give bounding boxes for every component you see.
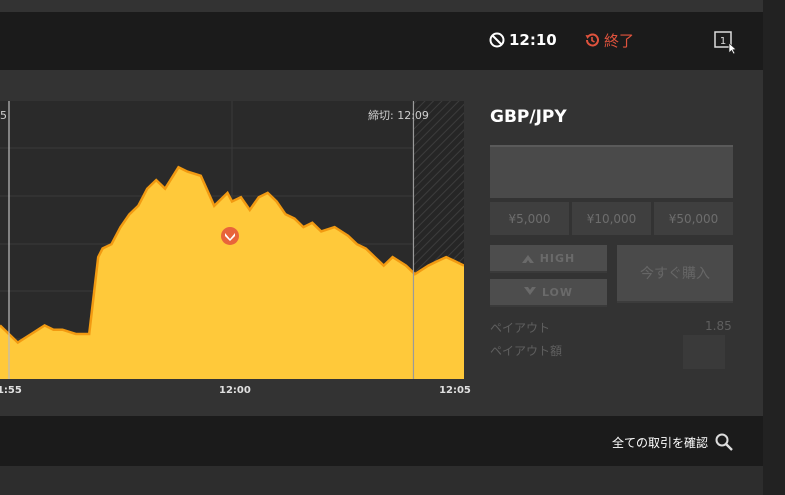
payout-amount-value [683,335,725,369]
expiry-time: 12:10 [489,30,557,50]
entry-point [221,226,239,245]
all-trades-label: 全ての取引を確認 [612,435,709,450]
x-tick-label: 11:55 [0,385,22,396]
high-arrow-icon [521,255,534,263]
window-one-icon: 1 [714,31,737,55]
expiry-time-text: 12:10 [509,31,557,49]
high-label: HIGH [539,251,576,265]
low-button[interactable]: LOW [490,279,607,307]
price-label: 5 [0,109,7,122]
all-trades-link[interactable]: 全ての取引を確認 [612,432,734,452]
trade-header [0,12,763,70]
scrollbar-track[interactable] [763,0,785,495]
svg-text:1: 1 [720,36,726,47]
payout-label: ペイアウト [490,321,551,335]
amount-5000-button[interactable]: ¥5,000 [490,202,569,235]
payout-amount-label: ペイアウト額 [490,344,563,358]
top-strip [0,0,763,12]
search-icon [715,433,733,451]
status-text: 終了 [604,31,635,50]
single-window-button[interactable]: 1 [714,30,738,55]
entry-marker [221,226,239,245]
low-label: LOW [541,285,574,299]
x-tick-label: 12:05 [439,385,471,396]
high-button[interactable]: HIGH [490,245,607,273]
payout-value: 1.85 [705,319,732,333]
amount-50000-button[interactable]: ¥50,000 [654,202,733,235]
amount-10000-button[interactable]: ¥10,000 [572,202,651,235]
price-chart: 締切: 12:09 5 [0,101,464,379]
cutoff-label: 締切: 12:09 [368,108,429,122]
currency-pair: GBP/JPY [490,107,567,127]
low-arrow-icon [523,287,536,295]
status-ended: 終了 [584,30,634,50]
x-tick-label: 12:00 [219,385,251,396]
amount-input[interactable] [490,145,733,198]
no-entry-icon [489,32,505,48]
buy-now-button[interactable]: 今すぐ購入 [617,245,733,303]
bottom-strip [0,466,763,495]
history-icon [585,33,599,47]
